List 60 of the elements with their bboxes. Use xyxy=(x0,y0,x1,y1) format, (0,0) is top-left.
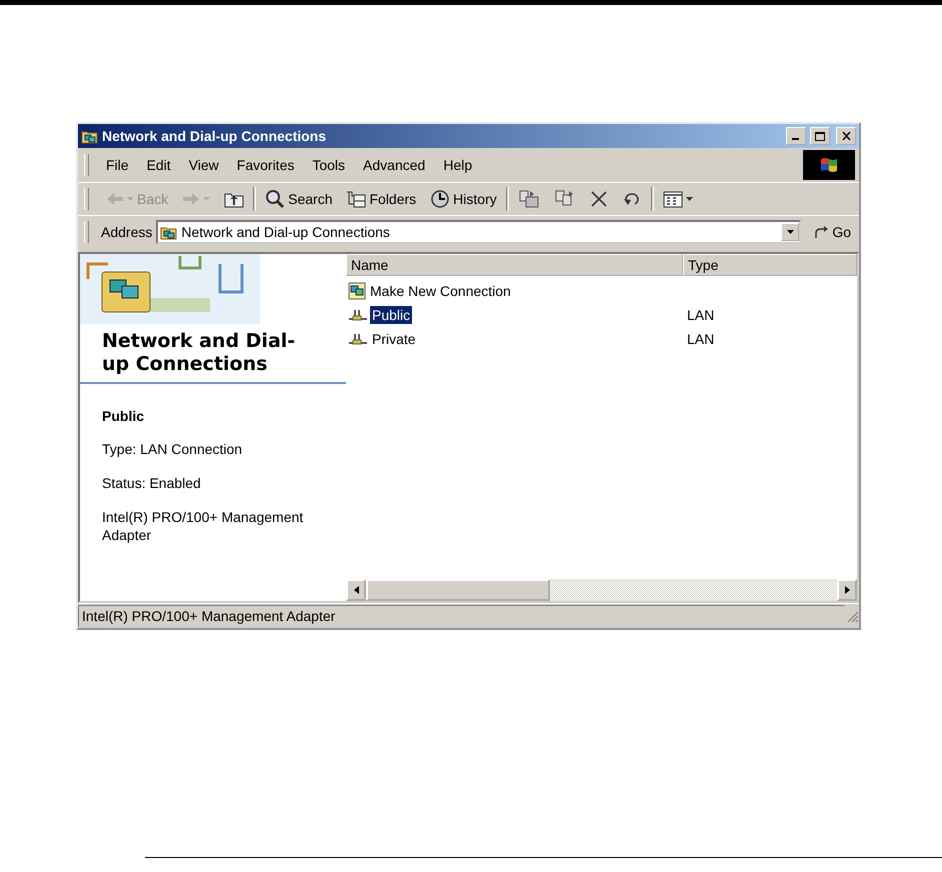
search-button[interactable]: Search xyxy=(260,187,338,211)
move-to-icon xyxy=(518,189,540,209)
flag-logo-icon xyxy=(803,150,855,180)
connection-name[interactable]: Public xyxy=(370,306,412,324)
horizontal-scrollbar[interactable] xyxy=(346,579,857,601)
dropdown-caret-icon xyxy=(786,230,794,234)
menu-item[interactable]: Help xyxy=(434,155,482,175)
resize-grip-icon xyxy=(845,609,859,623)
menu-item[interactable]: File xyxy=(97,155,138,175)
detail-text: Type: LAN Connection xyxy=(102,440,244,458)
folders-button[interactable]: Folders xyxy=(341,188,422,210)
scroll-thumb[interactable] xyxy=(366,579,550,601)
dropdown-button[interactable] xyxy=(781,223,800,241)
selected-connection-name: Public xyxy=(102,408,146,424)
dropdown-caret-icon xyxy=(686,197,693,201)
left-arrow-icon xyxy=(354,586,358,594)
column-header[interactable]: Name xyxy=(346,254,683,276)
menu-item[interactable]: Advanced xyxy=(354,155,434,175)
network-cable-icon xyxy=(348,331,368,347)
up-folder-icon xyxy=(224,190,244,208)
folder-icon xyxy=(160,224,178,240)
close-button[interactable] xyxy=(836,127,856,145)
network-cable-icon xyxy=(348,307,368,323)
detail-text: Status: Enabled xyxy=(102,474,202,492)
new-connection-icon xyxy=(348,282,366,300)
menu-item[interactable]: Favorites xyxy=(228,155,304,175)
go-button[interactable]: Go xyxy=(805,222,859,242)
views-grid-icon xyxy=(662,190,683,208)
maximize-icon xyxy=(815,132,825,140)
pane-heading: Network and Dial-up Connections xyxy=(102,330,296,376)
menu-item[interactable]: View xyxy=(180,155,228,175)
address-field[interactable]: Network and Dial-up Connections xyxy=(156,220,802,244)
folder-icon xyxy=(81,128,98,144)
delete-icon xyxy=(590,190,608,208)
menu-item[interactable]: Edit xyxy=(138,155,180,175)
detail-text: Intel(R) PRO/100+ Management Adapter xyxy=(102,508,304,544)
type-cell-text: LAN xyxy=(686,331,714,347)
address-label: Address xyxy=(101,224,152,240)
connection-name[interactable]: Make New Connection xyxy=(368,282,513,300)
dropdown-caret-icon xyxy=(203,197,210,201)
search-icon xyxy=(265,189,286,209)
right-arrow-icon xyxy=(844,586,850,594)
history-clock-icon xyxy=(430,189,450,209)
dropdown-caret-icon xyxy=(127,197,134,201)
go-arrow-icon xyxy=(813,225,830,239)
window-title: Network and Dial-up Connections xyxy=(102,128,328,144)
close-icon xyxy=(842,132,850,140)
scroll-right-button[interactable] xyxy=(837,579,857,601)
type-cell-text: LAN xyxy=(686,307,714,323)
column-header[interactable]: Type xyxy=(683,254,857,276)
connection-name[interactable]: Private xyxy=(370,330,418,348)
folders-icon xyxy=(346,190,366,208)
history-button[interactable]: History xyxy=(425,187,502,211)
scroll-left-button[interactable] xyxy=(346,579,366,601)
menu-item[interactable]: Tools xyxy=(303,155,354,175)
status-text: Intel(R) PRO/100+ Management Adapter xyxy=(78,605,845,627)
maximize-button[interactable] xyxy=(810,127,830,145)
back-arrow-icon xyxy=(106,192,124,206)
forward-arrow-icon xyxy=(182,192,200,206)
minimize-button[interactable] xyxy=(786,127,806,145)
